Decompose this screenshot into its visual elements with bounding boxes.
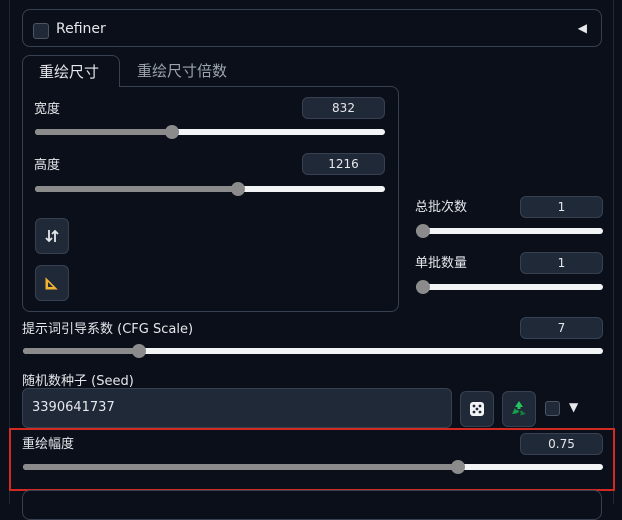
denoise-input[interactable]: 0.75 xyxy=(520,433,603,455)
cfg-slider[interactable] xyxy=(23,344,603,358)
triangle-ruler-icon xyxy=(44,274,61,291)
swap-vertical-icon xyxy=(45,229,59,243)
height-slider-thumb[interactable] xyxy=(231,182,245,196)
width-input[interactable]: 832 xyxy=(302,97,385,119)
cfg-input[interactable]: 7 xyxy=(520,317,603,339)
triangle-left-icon[interactable]: ◀ xyxy=(578,21,587,35)
next-panel xyxy=(22,490,602,520)
width-slider-thumb[interactable] xyxy=(165,125,179,139)
batch-count-label: 总批次数 xyxy=(415,200,468,215)
cfg-label: 提示词引导系数 (CFG Scale) xyxy=(22,322,194,337)
batch-count-slider-thumb[interactable] xyxy=(416,224,430,238)
height-slider[interactable] xyxy=(35,182,385,196)
swap-dimensions-button[interactable] xyxy=(35,218,69,254)
tab-resize-to[interactable]: 重绘尺寸 xyxy=(22,55,120,87)
batch-count-input[interactable]: 1 xyxy=(520,196,603,218)
cfg-slider-thumb[interactable] xyxy=(132,344,146,358)
height-input[interactable]: 1216 xyxy=(302,153,385,175)
reuse-seed-button[interactable] xyxy=(502,391,536,427)
width-label: 宽度 xyxy=(34,102,61,117)
dice-icon xyxy=(470,402,484,416)
denoise-slider[interactable] xyxy=(23,460,603,474)
seed-extra-checkbox[interactable] xyxy=(545,401,560,416)
height-slider-fill xyxy=(35,186,238,192)
aspect-ratio-button[interactable] xyxy=(35,265,69,301)
batch-count-slider[interactable] xyxy=(416,224,603,238)
recycle-icon xyxy=(512,401,526,416)
refiner-checkbox[interactable] xyxy=(33,23,49,39)
denoise-slider-thumb[interactable] xyxy=(451,460,465,474)
batch-size-slider[interactable] xyxy=(416,280,603,294)
denoise-label: 重绘幅度 xyxy=(22,437,75,452)
refiner-accordion[interactable]: Refiner ◀ xyxy=(22,9,602,47)
height-label: 高度 xyxy=(34,158,61,173)
batch-size-input[interactable]: 1 xyxy=(520,252,603,274)
width-slider[interactable] xyxy=(35,125,385,139)
seed-input[interactable]: 3390641737 xyxy=(22,388,452,428)
batch-size-label: 单批数量 xyxy=(415,256,468,271)
seed-label: 随机数种子 (Seed) xyxy=(22,374,134,389)
chevron-down-icon[interactable]: ▼ xyxy=(569,400,578,414)
tab-resize-by[interactable]: 重绘尺寸倍数 xyxy=(121,55,243,87)
batch-size-slider-thumb[interactable] xyxy=(416,280,430,294)
width-slider-fill xyxy=(35,129,172,135)
refiner-label: Refiner xyxy=(56,21,106,37)
cfg-slider-fill xyxy=(23,348,139,354)
denoise-slider-fill xyxy=(23,464,458,470)
size-panel xyxy=(22,86,399,312)
random-seed-button[interactable] xyxy=(460,391,494,427)
